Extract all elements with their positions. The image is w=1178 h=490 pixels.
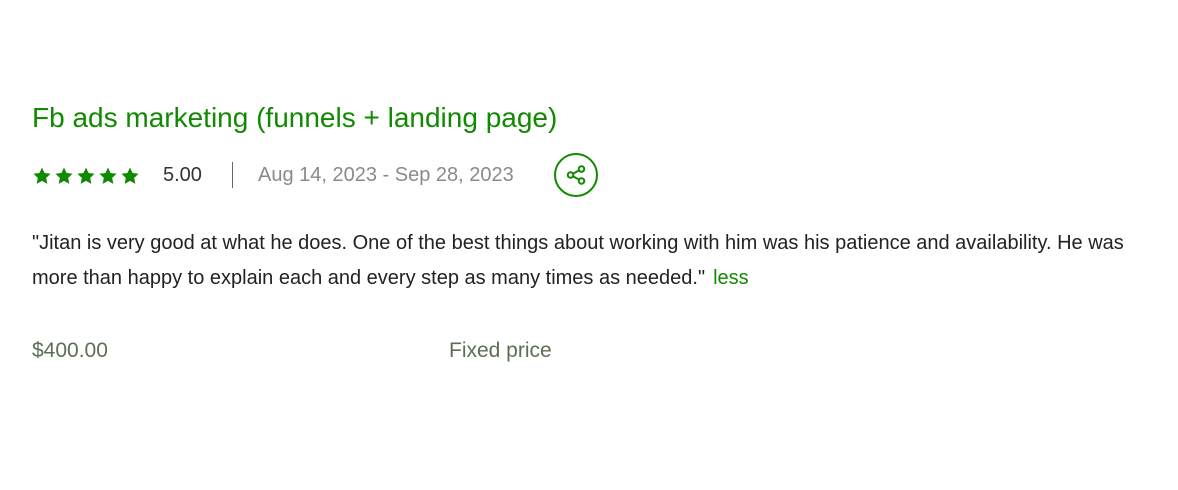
job-title[interactable]: Fb ads marketing (funnels + landing page…	[32, 98, 1162, 138]
divider	[232, 162, 233, 188]
star-icon	[121, 167, 139, 184]
less-link[interactable]: less	[713, 267, 749, 289]
share-button[interactable]	[554, 153, 598, 197]
job-price: $400.00	[32, 339, 108, 362]
job-meta: 5.00 Aug 14, 2023 - Sep 28, 2023	[32, 153, 732, 199]
star-rating	[32, 166, 140, 186]
feedback-text: "Jitan is very good at what he does. One…	[32, 232, 1124, 289]
star-icon	[33, 167, 51, 184]
star-icon	[77, 167, 95, 184]
work-history-card: Fb ads marketing (funnels + landing page…	[32, 98, 1162, 362]
price-type: Fixed price	[449, 339, 552, 362]
rating-value: 5.00	[163, 164, 202, 186]
share-icon	[566, 165, 586, 185]
date-range: Aug 14, 2023 - Sep 28, 2023	[258, 164, 514, 186]
star-icon	[99, 167, 117, 184]
star-icon	[55, 167, 73, 184]
client-feedback: "Jitan is very good at what he does. One…	[32, 226, 1162, 296]
